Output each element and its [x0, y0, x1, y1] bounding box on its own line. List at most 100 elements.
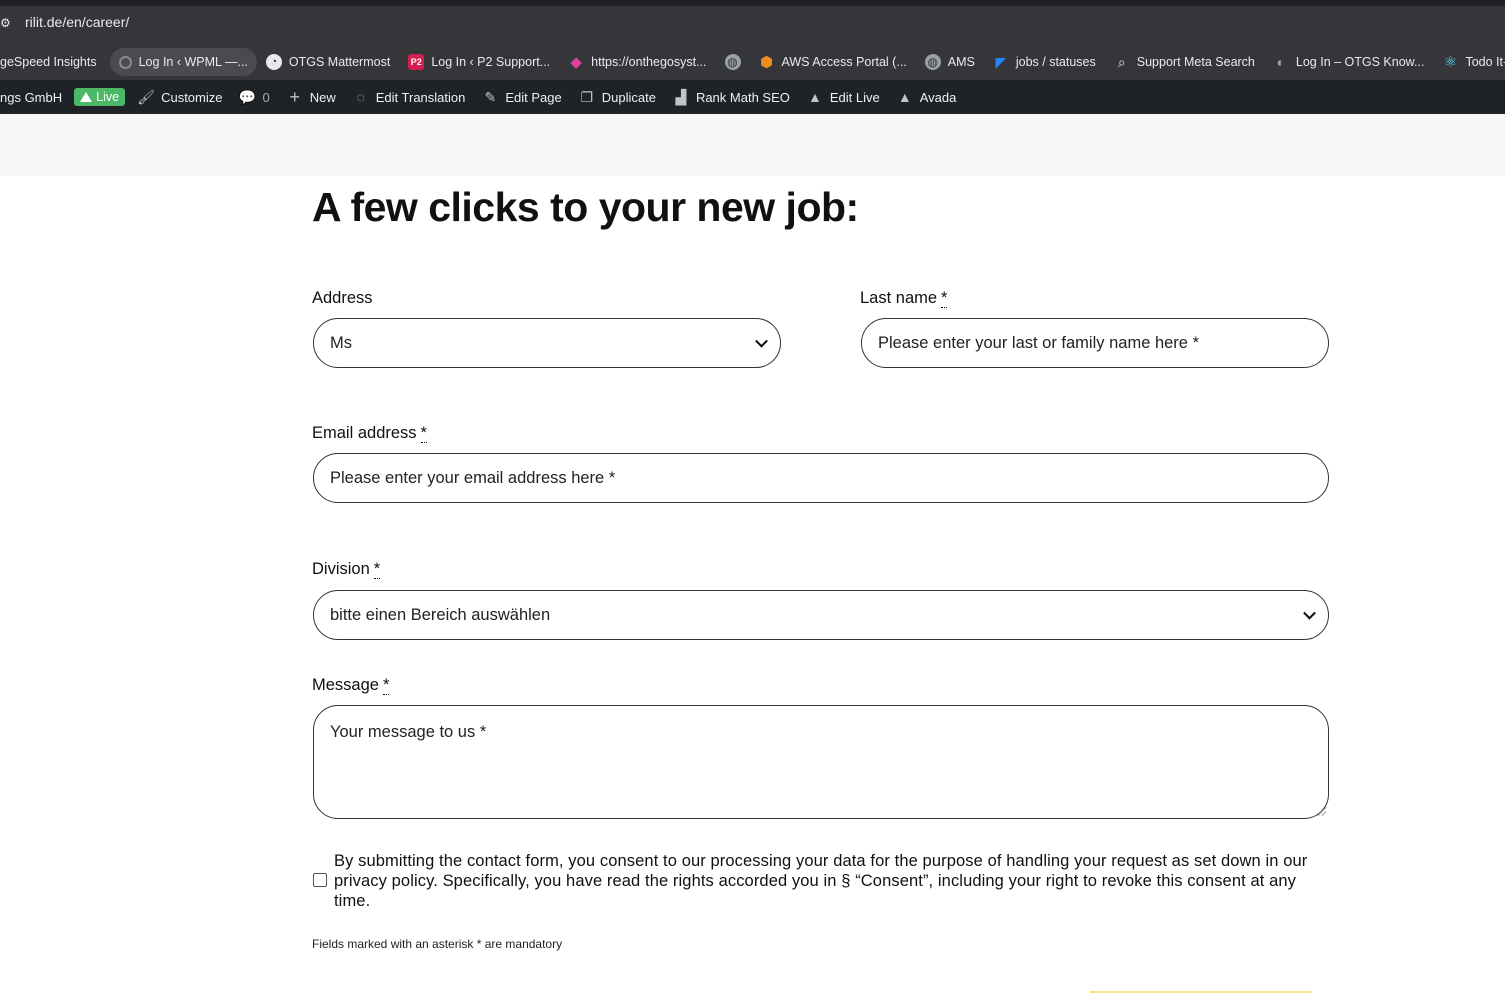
bookmark-otgs-knowledge[interactable]: ◐ Log In – OTGS Know... — [1264, 48, 1434, 76]
message-label-text: Message — [312, 676, 379, 694]
lastname-label-text: Last name — [860, 289, 938, 307]
bookmarks-bar: geSpeed Insights Log In ‹ WPML —... ◔ OT… — [0, 44, 1505, 80]
bookmark-label: AWS Access Portal (... — [781, 55, 907, 69]
browser-address-bar: ⚙ rilit.de/en/career/ — [0, 0, 1505, 44]
form-title: A few clicks to your new job: — [312, 184, 859, 230]
customize-item[interactable]: 🖌 Customize — [129, 80, 230, 114]
email-label: Email address * — [312, 424, 427, 443]
bookmark-ams[interactable]: ◍ AMS — [916, 48, 984, 76]
loading-icon — [118, 55, 132, 69]
bookmark-globe[interactable]: ◍ — [716, 48, 750, 76]
wp-admin-bar: ngs GmbH Live 🖌 Customize 💬 0 + New ◌ Ed… — [0, 80, 1505, 114]
globe-icon: ◍ — [724, 54, 741, 70]
edit-live-item[interactable]: ▲ Edit Live — [798, 80, 888, 114]
address-label: Address — [312, 289, 373, 308]
url-text[interactable]: rilit.de/en/career/ — [25, 14, 129, 30]
email-placeholder: Please enter your email address here * — [330, 468, 616, 487]
lastname-input[interactable]: Please enter your last or family name he… — [861, 318, 1329, 368]
search-icon: ⌕ — [1117, 53, 1126, 70]
customize-label: Customize — [161, 89, 223, 105]
p2-icon: P2 — [408, 54, 425, 70]
plus-icon: + — [289, 86, 300, 107]
edit-page-label: Edit Page — [505, 89, 562, 105]
division-label: Division * — [312, 560, 381, 579]
avada-icon: ▲ — [807, 89, 822, 105]
edit-translation-label: Edit Translation — [375, 89, 466, 105]
otgs-icon: ◐ — [1276, 54, 1286, 70]
globe-icon: ◍ — [924, 54, 941, 70]
edit-translation-item[interactable]: ◌ Edit Translation — [344, 80, 474, 114]
division-select[interactable]: bitte einen Bereich auswählen — [313, 590, 1329, 640]
aws-cube-icon: ⬢ — [759, 54, 774, 71]
edit-page-item[interactable]: ✎ Edit Page — [473, 80, 569, 114]
required-marker: * — [382, 676, 390, 695]
translation-icon: ◌ — [356, 89, 365, 105]
duplicate-label: Duplicate — [601, 89, 656, 105]
lastname-label: Last name * — [860, 289, 948, 308]
rank-math-item[interactable]: ▟ Rank Math SEO — [664, 80, 798, 114]
message-label: Message * — [312, 676, 390, 695]
bookmark-jobs-statuses[interactable]: ◤ jobs / statuses — [984, 48, 1105, 76]
live-status-item[interactable]: Live — [70, 80, 129, 114]
address-select[interactable]: Ms — [313, 318, 781, 368]
address-label-text: Address — [312, 289, 373, 307]
site-info-icon[interactable]: ⚙ — [0, 16, 14, 30]
duplicate-item[interactable]: ❐ Duplicate — [570, 80, 664, 114]
avada-item[interactable]: ▲ Avada — [888, 80, 965, 114]
bookmark-aws-portal[interactable]: ⬢ AWS Access Portal (... — [750, 48, 916, 76]
bookmark-label: OTGS Mattermost — [288, 55, 391, 69]
bookmark-label: Log In – OTGS Know... — [1295, 55, 1425, 69]
consent-checkbox[interactable] — [313, 873, 327, 887]
lastname-placeholder: Please enter your last or family name he… — [878, 333, 1199, 352]
bookmark-support-meta-search[interactable]: ⌕ Support Meta Search — [1105, 48, 1264, 76]
division-select-value: bitte einen Bereich auswählen — [330, 605, 551, 624]
resize-handle-icon[interactable] — [1316, 806, 1326, 816]
message-textarea[interactable]: Your message to us * — [313, 705, 1329, 819]
bookmark-label: Log In ‹ WPML —... — [138, 55, 248, 69]
bookmark-label: https://onthegosyst... — [591, 55, 707, 69]
bookmark-todo-react[interactable]: ⚛ Todo It- React — [1433, 48, 1505, 76]
message-placeholder: Your message to us * — [330, 723, 487, 741]
brush-icon: 🖌 — [137, 88, 155, 105]
jira-icon: ◤ — [995, 53, 1007, 70]
required-marker: * — [373, 560, 381, 579]
required-marker: * — [420, 424, 427, 443]
chevron-down-icon — [1303, 606, 1316, 620]
pencil-icon: ✎ — [484, 88, 497, 105]
bookmark-p2-support[interactable]: P2 Log In ‹ P2 Support... — [399, 48, 559, 76]
bookmark-label: Todo It- React — [1465, 55, 1505, 69]
tab-strip-edge — [0, 0, 1505, 6]
duplicate-icon: ❐ — [580, 88, 594, 105]
edit-live-label: Edit Live — [829, 89, 880, 105]
header-spacer — [0, 114, 1505, 176]
consent-text: By submitting the contact form, you cons… — [334, 852, 1308, 910]
bookmark-label: Log In ‹ P2 Support... — [431, 55, 551, 69]
mandatory-note: Fields marked with an asterisk * are man… — [312, 937, 563, 951]
bookmark-label: AMS — [947, 55, 975, 69]
required-marker: * — [941, 289, 948, 308]
bookmark-pagespeed[interactable]: geSpeed Insights — [0, 48, 106, 76]
bookmark-wpml-login[interactable]: Log In ‹ WPML —... — [109, 48, 257, 76]
react-icon: ⚛ — [1443, 54, 1458, 71]
pink-logo-icon: ◆ — [570, 54, 582, 71]
bookmark-label: geSpeed Insights — [0, 55, 97, 69]
bookmark-label: Support Meta Search — [1136, 55, 1255, 69]
email-input[interactable]: Please enter your email address here * — [313, 453, 1329, 503]
division-label-text: Division — [312, 560, 370, 578]
bookmark-onthegosystems[interactable]: ◆ https://onthegosyst... — [559, 48, 715, 76]
rank-math-label: Rank Math SEO — [695, 89, 790, 105]
site-name-label: ngs GmbH — [0, 89, 63, 105]
bookmark-mattermost[interactable]: ◔ OTGS Mattermost — [257, 48, 399, 76]
comment-icon: 💬 — [238, 88, 257, 105]
live-icon — [80, 92, 93, 102]
live-label: Live — [96, 90, 120, 104]
avada-icon: ▲ — [897, 89, 912, 105]
new-label: New — [309, 89, 336, 105]
bookmark-label: jobs / statuses — [1015, 55, 1096, 69]
rank-math-icon: ▟ — [675, 88, 687, 105]
site-name-item[interactable]: ngs GmbH — [0, 80, 70, 114]
address-select-value: Ms — [330, 333, 352, 352]
new-item[interactable]: + New — [278, 80, 344, 114]
comments-item[interactable]: 💬 0 — [231, 80, 278, 114]
avada-label: Avada — [919, 89, 957, 105]
